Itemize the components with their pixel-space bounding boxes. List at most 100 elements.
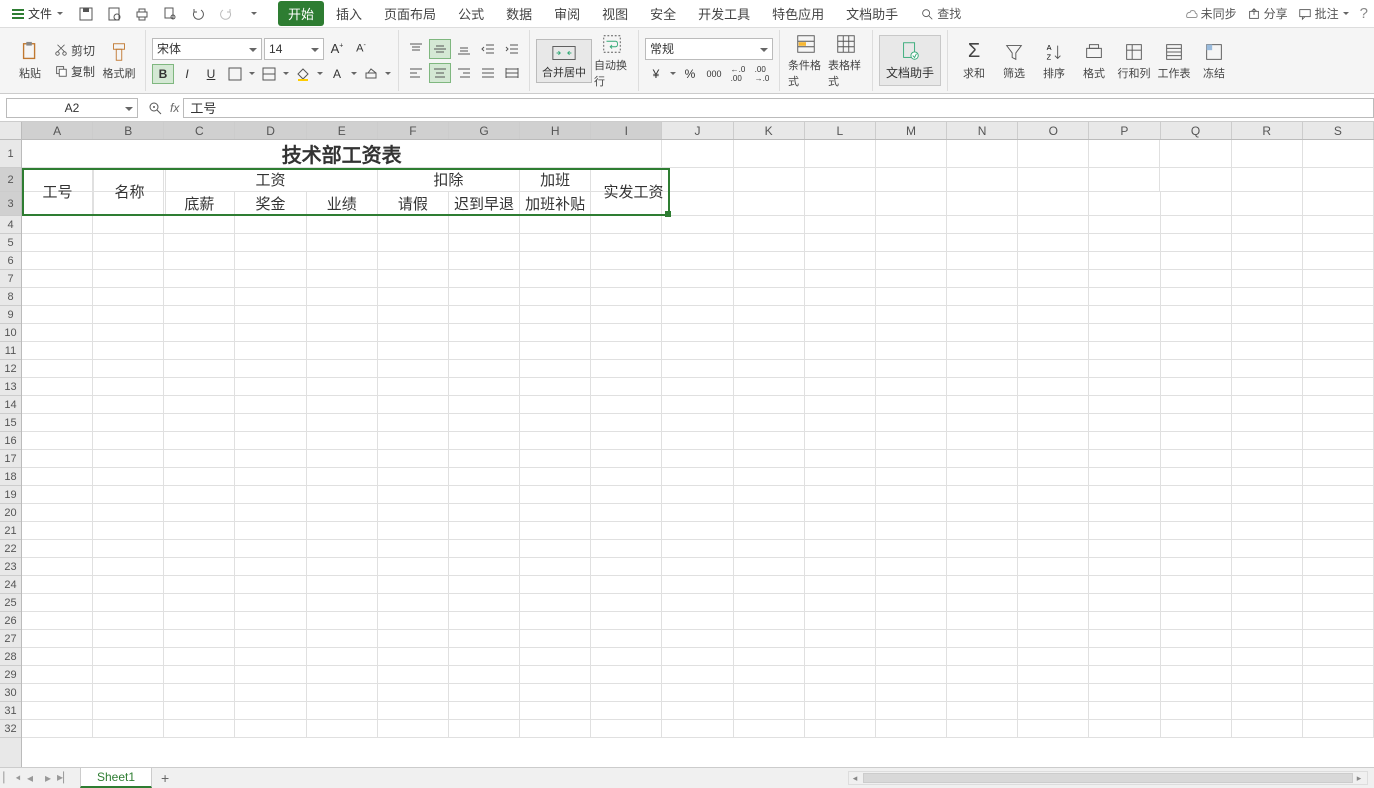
cell-D16[interactable] [235,432,306,450]
cell-A24[interactable] [22,576,93,594]
cell-N7[interactable] [947,270,1018,288]
cell-I11[interactable] [591,342,662,360]
cell-R21[interactable] [1232,522,1303,540]
cell[interactable]: 业绩 [307,192,378,216]
cell-B30[interactable] [93,684,164,702]
cell-A10[interactable] [22,324,93,342]
cell-Q15[interactable] [1161,414,1232,432]
cell-H15[interactable] [520,414,591,432]
paste-button[interactable]: 粘贴 [10,39,50,83]
share-button[interactable]: 分享 [1247,5,1288,22]
cell-G16[interactable] [449,432,520,450]
redo-icon[interactable] [216,4,236,24]
cell-Q11[interactable] [1161,342,1232,360]
cell-K31[interactable] [734,702,805,720]
cell-L6[interactable] [805,252,876,270]
cell-E6[interactable] [307,252,378,270]
cell-F9[interactable] [378,306,449,324]
cell-C9[interactable] [164,306,235,324]
cell-O23[interactable] [1018,558,1089,576]
cell-K19[interactable] [734,486,805,504]
name-box[interactable]: A2 [6,98,138,118]
cell-B25[interactable] [93,594,164,612]
cell-I20[interactable] [591,504,662,522]
cell-E27[interactable] [307,630,378,648]
cell-C18[interactable] [164,468,235,486]
cell-D8[interactable] [235,288,306,306]
cell-Q13[interactable] [1161,378,1232,396]
cell-P15[interactable] [1089,414,1160,432]
cell-M31[interactable] [876,702,947,720]
rowcol-button[interactable]: 行和列 [1114,39,1154,83]
cell-C11[interactable] [164,342,235,360]
cell-A16[interactable] [22,432,93,450]
cell-B15[interactable] [93,414,164,432]
cell-J15[interactable] [662,414,733,432]
cell-P11[interactable] [1089,342,1160,360]
cell-P31[interactable] [1089,702,1160,720]
cut-button[interactable]: 剪切 [50,41,99,60]
cell-G27[interactable] [449,630,520,648]
cell-K6[interactable] [734,252,805,270]
cell[interactable] [805,168,876,192]
cell-R12[interactable] [1232,360,1303,378]
cell-A19[interactable] [22,486,93,504]
sheet-nav-prev-icon[interactable]: ◂ [22,770,38,786]
cell-S9[interactable] [1303,306,1374,324]
cell-E28[interactable] [307,648,378,666]
cell-L30[interactable] [805,684,876,702]
cell-O14[interactable] [1018,396,1089,414]
cell[interactable] [1232,168,1303,192]
merged-cell-B2[interactable]: 名称 [94,168,166,216]
cell-Q28[interactable] [1161,648,1232,666]
cell-A22[interactable] [22,540,93,558]
cell-S4[interactable] [1303,216,1374,234]
cell-M8[interactable] [876,288,947,306]
cell-G25[interactable] [449,594,520,612]
row-header-20[interactable]: 20 [0,504,21,522]
cell-C32[interactable] [164,720,235,738]
cell-J5[interactable] [662,234,733,252]
cell-M27[interactable] [876,630,947,648]
cell-J21[interactable] [662,522,733,540]
help-button[interactable]: ? [1360,5,1368,22]
underline-button[interactable]: U [200,64,222,84]
cell-H14[interactable] [520,396,591,414]
cell-A25[interactable] [22,594,93,612]
cell-J17[interactable] [662,450,733,468]
cell-C29[interactable] [164,666,235,684]
cell-L7[interactable] [805,270,876,288]
cell-F21[interactable] [378,522,449,540]
expand-formula-icon[interactable] [144,97,166,119]
col-header-S[interactable]: S [1303,122,1374,139]
cell-F17[interactable] [378,450,449,468]
cell-D4[interactable] [235,216,306,234]
undo-icon[interactable] [188,4,208,24]
cell-Q5[interactable] [1161,234,1232,252]
cell[interactable] [1089,168,1160,192]
cell-Q25[interactable] [1161,594,1232,612]
row-header-5[interactable]: 5 [0,234,21,252]
fill-color-button[interactable] [292,64,314,84]
cell-R1[interactable] [1232,140,1303,168]
row-header-29[interactable]: 29 [0,666,21,684]
cell[interactable]: 底薪 [164,192,235,216]
cell-P18[interactable] [1089,468,1160,486]
cell-J31[interactable] [662,702,733,720]
copy-button[interactable]: 复制 [50,62,99,81]
cell-J26[interactable] [662,612,733,630]
cell-P4[interactable] [1089,216,1160,234]
cell-K23[interactable] [734,558,805,576]
cell-J1[interactable] [662,140,733,168]
cell-F15[interactable] [378,414,449,432]
cell-L16[interactable] [805,432,876,450]
cell-H22[interactable] [520,540,591,558]
cell[interactable] [947,192,1018,216]
tab-view[interactable]: 视图 [592,1,638,26]
cell-B10[interactable] [93,324,164,342]
cell-I15[interactable] [591,414,662,432]
cell-I13[interactable] [591,378,662,396]
cell-D5[interactable] [235,234,306,252]
cell-O8[interactable] [1018,288,1089,306]
cell-I25[interactable] [591,594,662,612]
